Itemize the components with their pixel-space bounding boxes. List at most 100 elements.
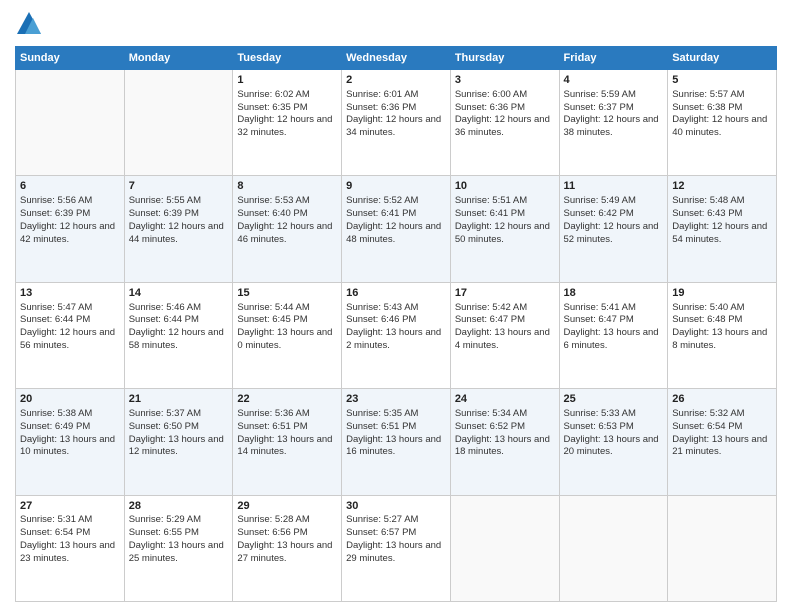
sunset-text: Sunset: 6:47 PM (455, 314, 525, 325)
day-number: 21 (129, 392, 229, 407)
sunrise-text: Sunrise: 5:48 AM (672, 195, 744, 206)
sunset-text: Sunset: 6:38 PM (672, 102, 742, 113)
sunrise-text: Sunrise: 5:42 AM (455, 302, 527, 313)
sunrise-text: Sunrise: 5:53 AM (237, 195, 309, 206)
daylight-text: Daylight: 12 hours and 50 minutes. (455, 221, 550, 245)
calendar-cell: 14Sunrise: 5:46 AMSunset: 6:44 PM Dayligh… (124, 282, 233, 388)
calendar-cell: 11Sunrise: 5:49 AMSunset: 6:42 PMDayligh… (559, 176, 668, 282)
weekday-header-sunday: Sunday (16, 47, 125, 70)
daylight-text: Daylight: 12 hours and 36 minutes. (455, 114, 550, 138)
calendar-cell: 25Sunrise: 5:33 AMSunset: 6:53 PMDayligh… (559, 389, 668, 495)
sunrise-text: Sunrise: 5:36 AM (237, 408, 309, 419)
daylight-text: Daylight: 13 hours and 12 minutes. (129, 434, 224, 458)
day-number: 12 (672, 179, 772, 194)
day-number: 23 (346, 392, 446, 407)
daylight-text: Daylight: 12 hours and 34 minutes. (346, 114, 441, 138)
daylight-text: Daylight: 12 hours and 58 minutes. (129, 327, 224, 351)
day-number: 17 (455, 286, 555, 301)
sunrise-text: Sunrise: 5:38 AM (20, 408, 92, 419)
daylight-text: Daylight: 13 hours and 0 minutes. (237, 327, 332, 351)
calendar-cell: 2Sunrise: 6:01 AMSunset: 6:36 PMDaylight… (342, 70, 451, 176)
daylight-text: Daylight: 12 hours and 42 minutes. (20, 221, 115, 245)
daylight-text: Daylight: 13 hours and 29 minutes. (346, 540, 441, 564)
calendar-table: SundayMondayTuesdayWednesdayThursdayFrid… (15, 46, 777, 602)
sunset-text: Sunset: 6:47 PM (564, 314, 634, 325)
sunset-text: Sunset: 6:53 PM (564, 421, 634, 432)
weekday-header-saturday: Saturday (668, 47, 777, 70)
sunrise-text: Sunrise: 6:02 AM (237, 89, 309, 100)
daylight-text: Daylight: 13 hours and 6 minutes. (564, 327, 659, 351)
calendar-cell: 16Sunrise: 5:43 AMSunset: 6:46 PMDayligh… (342, 282, 451, 388)
calendar-cell: 20Sunrise: 5:38 AMSunset: 6:49 PMDayligh… (16, 389, 125, 495)
sunset-text: Sunset: 6:43 PM (672, 208, 742, 219)
sunset-text: Sunset: 6:56 PM (237, 527, 307, 538)
logo (15, 10, 47, 38)
logo-icon (15, 10, 43, 38)
calendar-cell: 19Sunrise: 5:40 AMSunset: 6:48 PMDayligh… (668, 282, 777, 388)
calendar-cell: 18Sunrise: 5:41 AMSunset: 6:47 PMDayligh… (559, 282, 668, 388)
weekday-header-friday: Friday (559, 47, 668, 70)
sunset-text: Sunset: 6:52 PM (455, 421, 525, 432)
calendar-cell: 29Sunrise: 5:28 AMSunset: 6:56 PMDayligh… (233, 495, 342, 601)
daylight-text: Daylight: 13 hours and 10 minutes. (20, 434, 115, 458)
sunset-text: Sunset: 6:44 PM (129, 314, 199, 325)
sunset-text: Sunset: 6:44 PM (20, 314, 90, 325)
daylight-text: Daylight: 13 hours and 27 minutes. (237, 540, 332, 564)
calendar-cell (559, 495, 668, 601)
daylight-text: Daylight: 12 hours and 32 minutes. (237, 114, 332, 138)
calendar-cell: 9Sunrise: 5:52 AMSunset: 6:41 PMDaylight… (342, 176, 451, 282)
calendar-cell: 17Sunrise: 5:42 AMSunset: 6:47 PMDayligh… (450, 282, 559, 388)
sunrise-text: Sunrise: 5:28 AM (237, 514, 309, 525)
day-number: 15 (237, 286, 337, 301)
sunset-text: Sunset: 6:35 PM (237, 102, 307, 113)
daylight-text: Daylight: 13 hours and 16 minutes. (346, 434, 441, 458)
sunrise-text: Sunrise: 5:51 AM (455, 195, 527, 206)
sunset-text: Sunset: 6:40 PM (237, 208, 307, 219)
sunset-text: Sunset: 6:36 PM (455, 102, 525, 113)
day-number: 25 (564, 392, 664, 407)
sunset-text: Sunset: 6:50 PM (129, 421, 199, 432)
daylight-text: Daylight: 13 hours and 25 minutes. (129, 540, 224, 564)
day-number: 10 (455, 179, 555, 194)
sunset-text: Sunset: 6:55 PM (129, 527, 199, 538)
sunset-text: Sunset: 6:45 PM (237, 314, 307, 325)
sunrise-text: Sunrise: 5:35 AM (346, 408, 418, 419)
sunrise-text: Sunrise: 5:52 AM (346, 195, 418, 206)
sunset-text: Sunset: 6:39 PM (20, 208, 90, 219)
weekday-header-row: SundayMondayTuesdayWednesdayThursdayFrid… (16, 47, 777, 70)
sunrise-text: Sunrise: 5:46 AM (129, 302, 201, 313)
calendar-cell: 22Sunrise: 5:36 AMSunset: 6:51 PMDayligh… (233, 389, 342, 495)
daylight-text: Daylight: 12 hours and 38 minutes. (564, 114, 659, 138)
sunset-text: Sunset: 6:37 PM (564, 102, 634, 113)
day-number: 19 (672, 286, 772, 301)
sunrise-text: Sunrise: 5:47 AM (20, 302, 92, 313)
day-number: 26 (672, 392, 772, 407)
day-number: 7 (129, 179, 229, 194)
sunset-text: Sunset: 6:51 PM (237, 421, 307, 432)
daylight-text: Daylight: 12 hours and 54 minutes. (672, 221, 767, 245)
day-number: 14 (129, 286, 229, 301)
calendar-cell: 5Sunrise: 5:57 AMSunset: 6:38 PMDaylight… (668, 70, 777, 176)
sunrise-text: Sunrise: 5:43 AM (346, 302, 418, 313)
daylight-text: Daylight: 12 hours and 40 minutes. (672, 114, 767, 138)
weekday-header-monday: Monday (124, 47, 233, 70)
day-number: 8 (237, 179, 337, 194)
calendar-cell: 21Sunrise: 5:37 AMSunset: 6:50 PMDayligh… (124, 389, 233, 495)
calendar-cell (450, 495, 559, 601)
weekday-header-thursday: Thursday (450, 47, 559, 70)
calendar-cell: 12Sunrise: 5:48 AM Sunset: 6:43 PM Dayligh… (668, 176, 777, 282)
sunset-text: Sunset: 6:48 PM (672, 314, 742, 325)
calendar-cell: 28Sunrise: 5:29 AM Sunset: 6:55 PM Dayligh… (124, 495, 233, 601)
page: SundayMondayTuesdayWednesdayThursdayFrid… (0, 0, 792, 612)
day-number: 28 (129, 499, 229, 514)
sunrise-text: Sunrise: 5:55 AM (129, 195, 201, 206)
calendar-cell: 15Sunrise: 5:44 AMSunset: 6:45 PMDayligh… (233, 282, 342, 388)
sunset-text: Sunset: 6:57 PM (346, 527, 416, 538)
sunset-text: Sunset: 6:54 PM (672, 421, 742, 432)
calendar-cell: 6Sunrise: 5:56 AMSunset: 6:39 PMDaylight… (16, 176, 125, 282)
sunrise-text: Sunrise: 5:49 AM (564, 195, 636, 206)
calendar-cell: 24Sunrise: 5:34 AMSunset: 6:52 PMDayligh… (450, 389, 559, 495)
calendar-cell: 27Sunrise: 5:31 AMSunset: 6:54 PMDayligh… (16, 495, 125, 601)
day-number: 18 (564, 286, 664, 301)
sunrise-text: Sunrise: 5:29 AM (129, 514, 201, 525)
